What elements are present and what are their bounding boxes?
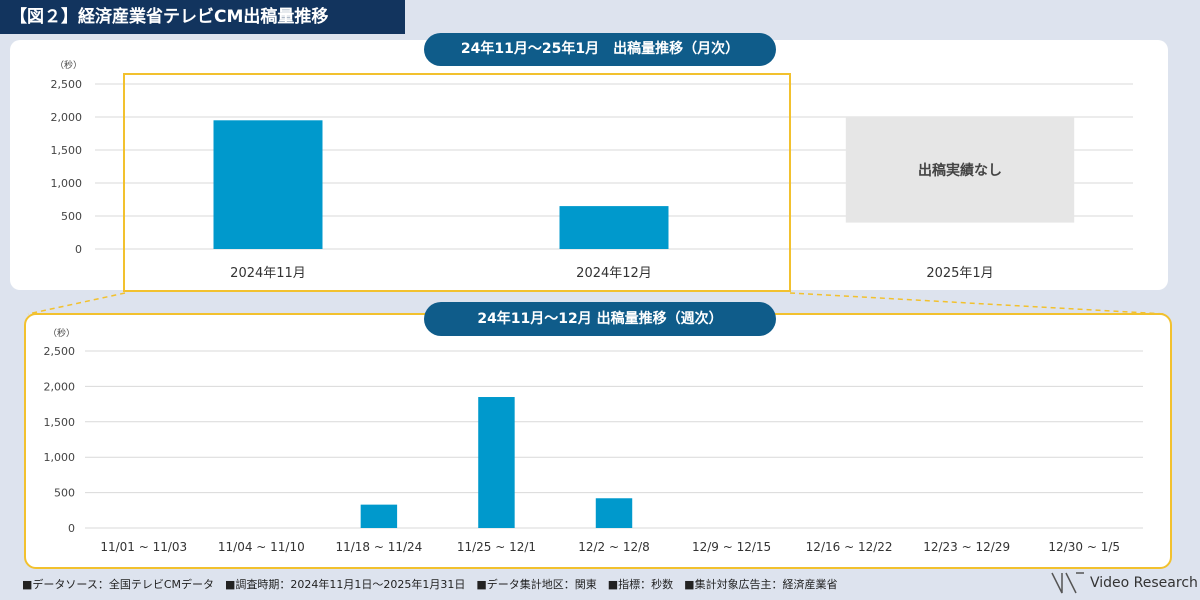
weekly-category-label: 12/23 ~ 12/29 <box>923 540 1010 554</box>
brand-name: Video Research <box>1090 575 1198 591</box>
monthly-y-axis-label: （秒） <box>55 59 82 71</box>
monthly-category-label: 2025年1月 <box>926 266 993 281</box>
weekly-category-label: 12/9 ~ 12/15 <box>692 540 771 554</box>
weekly-category-label: 11/01 ~ 11/03 <box>100 540 187 554</box>
weekly-y-axis-label: （秒） <box>48 327 75 339</box>
weekly-y-tick-label: 1,500 <box>44 416 76 429</box>
monthly-y-tick-label: 2,500 <box>51 78 83 91</box>
weekly-y-tick-label: 2,500 <box>44 345 76 358</box>
weekly-chart-title: 24年11月～12月 出稿量推移（週次） <box>424 302 776 336</box>
weekly-bar <box>478 397 515 528</box>
video-research-logo-icon <box>1051 572 1084 594</box>
highlight-frame <box>123 73 791 292</box>
weekly-y-tick-label: 1,000 <box>44 451 76 464</box>
weekly-category-label: 11/25 ~ 12/1 <box>457 540 536 554</box>
weekly-category-label: 11/04 ~ 11/10 <box>218 540 305 554</box>
zoom-connector-right <box>789 292 1166 315</box>
weekly-y-tick-label: 0 <box>68 522 75 535</box>
monthly-y-tick-label: 0 <box>75 243 82 256</box>
monthly-no-data-annotation: 出稿実績なし <box>918 162 1002 179</box>
weekly-bar <box>360 504 398 528</box>
weekly-category-label: 12/30 ~ 1/5 <box>1048 540 1120 554</box>
monthly-y-tick-label: 1,500 <box>51 144 83 157</box>
weekly-category-label: 11/18 ~ 11/24 <box>335 540 422 554</box>
weekly-category-label: 12/2 ~ 12/8 <box>578 540 650 554</box>
weekly-y-tick-label: 500 <box>54 487 75 500</box>
brand-logo: Video Research <box>1050 571 1198 595</box>
monthly-y-tick-label: 500 <box>61 210 82 223</box>
monthly-y-tick-label: 1,000 <box>51 177 83 190</box>
monthly-chart-title: 24年11月～25年1月 出稿量推移（月次） <box>424 33 776 66</box>
footer-note: ■データソース：全国テレビCMデータ ■調査時期：2024年11月1日～2025… <box>22 578 838 591</box>
zoom-connector-left <box>27 292 126 315</box>
weekly-y-tick-label: 2,000 <box>44 380 76 393</box>
weekly-bar <box>595 498 633 528</box>
monthly-y-tick-label: 2,000 <box>51 111 83 124</box>
weekly-category-label: 12/16 ~ 12/22 <box>806 540 893 554</box>
